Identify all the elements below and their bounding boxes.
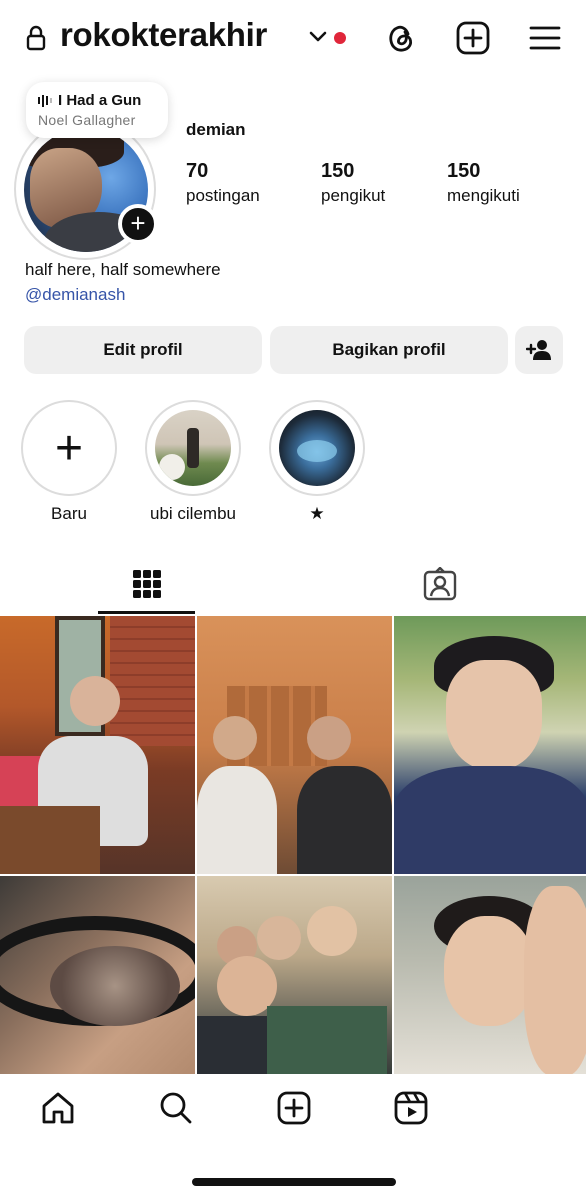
tagged-icon: [423, 567, 456, 601]
threads-icon[interactable]: [384, 20, 418, 56]
stat-value: 150: [321, 160, 355, 182]
post-thumbnail[interactable]: [197, 876, 392, 1074]
stat-label: postingan: [186, 186, 260, 205]
highlight-label: ★: [309, 504, 325, 523]
highlight-cover: [155, 410, 231, 486]
stat-posts[interactable]: 70 postingan: [186, 160, 260, 206]
active-tab-indicator: [98, 611, 195, 614]
highlight-label: ubi cilembu: [150, 504, 236, 523]
profile-header: rokokterakhir: [0, 0, 586, 80]
highlight-cover: [279, 410, 355, 486]
stat-value: 150: [447, 160, 481, 182]
reels-icon[interactable]: [393, 1090, 429, 1126]
tab-tagged[interactable]: [293, 554, 586, 614]
highlight-new[interactable]: + Baru: [21, 400, 117, 524]
music-note-bubble[interactable]: I Had a Gun Noel Gallagher: [26, 82, 168, 138]
highlight-circle: [269, 400, 365, 496]
highlight-label: Baru: [51, 504, 87, 523]
lock-icon: [26, 25, 46, 51]
share-profile-button[interactable]: Bagikan profil: [270, 326, 508, 374]
highlight-circle: +: [21, 400, 117, 496]
stat-following[interactable]: 150 mengikuti: [447, 160, 520, 206]
post-thumbnail[interactable]: [197, 616, 392, 874]
add-story-button[interactable]: +: [118, 204, 158, 244]
highlight-star[interactable]: ★: [269, 400, 365, 524]
add-post-icon[interactable]: [456, 20, 490, 56]
create-icon[interactable]: [276, 1090, 312, 1126]
music-artist: Noel Gallagher: [38, 112, 136, 128]
post-thumbnail[interactable]: [394, 876, 586, 1074]
audio-bars-icon: [38, 94, 52, 107]
display-name: demian: [186, 120, 246, 139]
discover-people-button[interactable]: [515, 326, 563, 374]
home-indicator: [192, 1178, 396, 1186]
post-thumbnail[interactable]: [394, 616, 586, 874]
stat-followers[interactable]: 150 pengikut: [321, 160, 385, 206]
add-person-icon: [526, 340, 551, 360]
home-icon[interactable]: [40, 1090, 76, 1126]
username[interactable]: rokokterakhir: [60, 16, 267, 54]
stat-label: mengikuti: [447, 186, 520, 205]
grid-icon: [132, 570, 161, 598]
bio-text: half here, half somewhere: [25, 260, 221, 279]
music-title: I Had a Gun: [58, 92, 142, 109]
post-thumbnail[interactable]: [0, 876, 195, 1074]
highlight-circle: [145, 400, 241, 496]
post-thumbnail[interactable]: [0, 616, 195, 874]
bio-link[interactable]: @demianash: [25, 285, 125, 305]
notification-dot: [334, 32, 346, 44]
chevron-down-icon[interactable]: [309, 30, 327, 44]
tab-posts-grid[interactable]: [0, 554, 293, 614]
menu-icon[interactable]: [528, 20, 562, 56]
plus-icon: +: [54, 421, 84, 475]
posts-grid: [0, 616, 586, 1074]
highlight-ubi-cilembu[interactable]: ubi cilembu: [145, 400, 241, 524]
stat-value: 70: [186, 160, 209, 182]
stat-label: pengikut: [321, 186, 386, 205]
search-icon[interactable]: [158, 1090, 194, 1126]
edit-profile-button[interactable]: Edit profil: [24, 326, 262, 374]
